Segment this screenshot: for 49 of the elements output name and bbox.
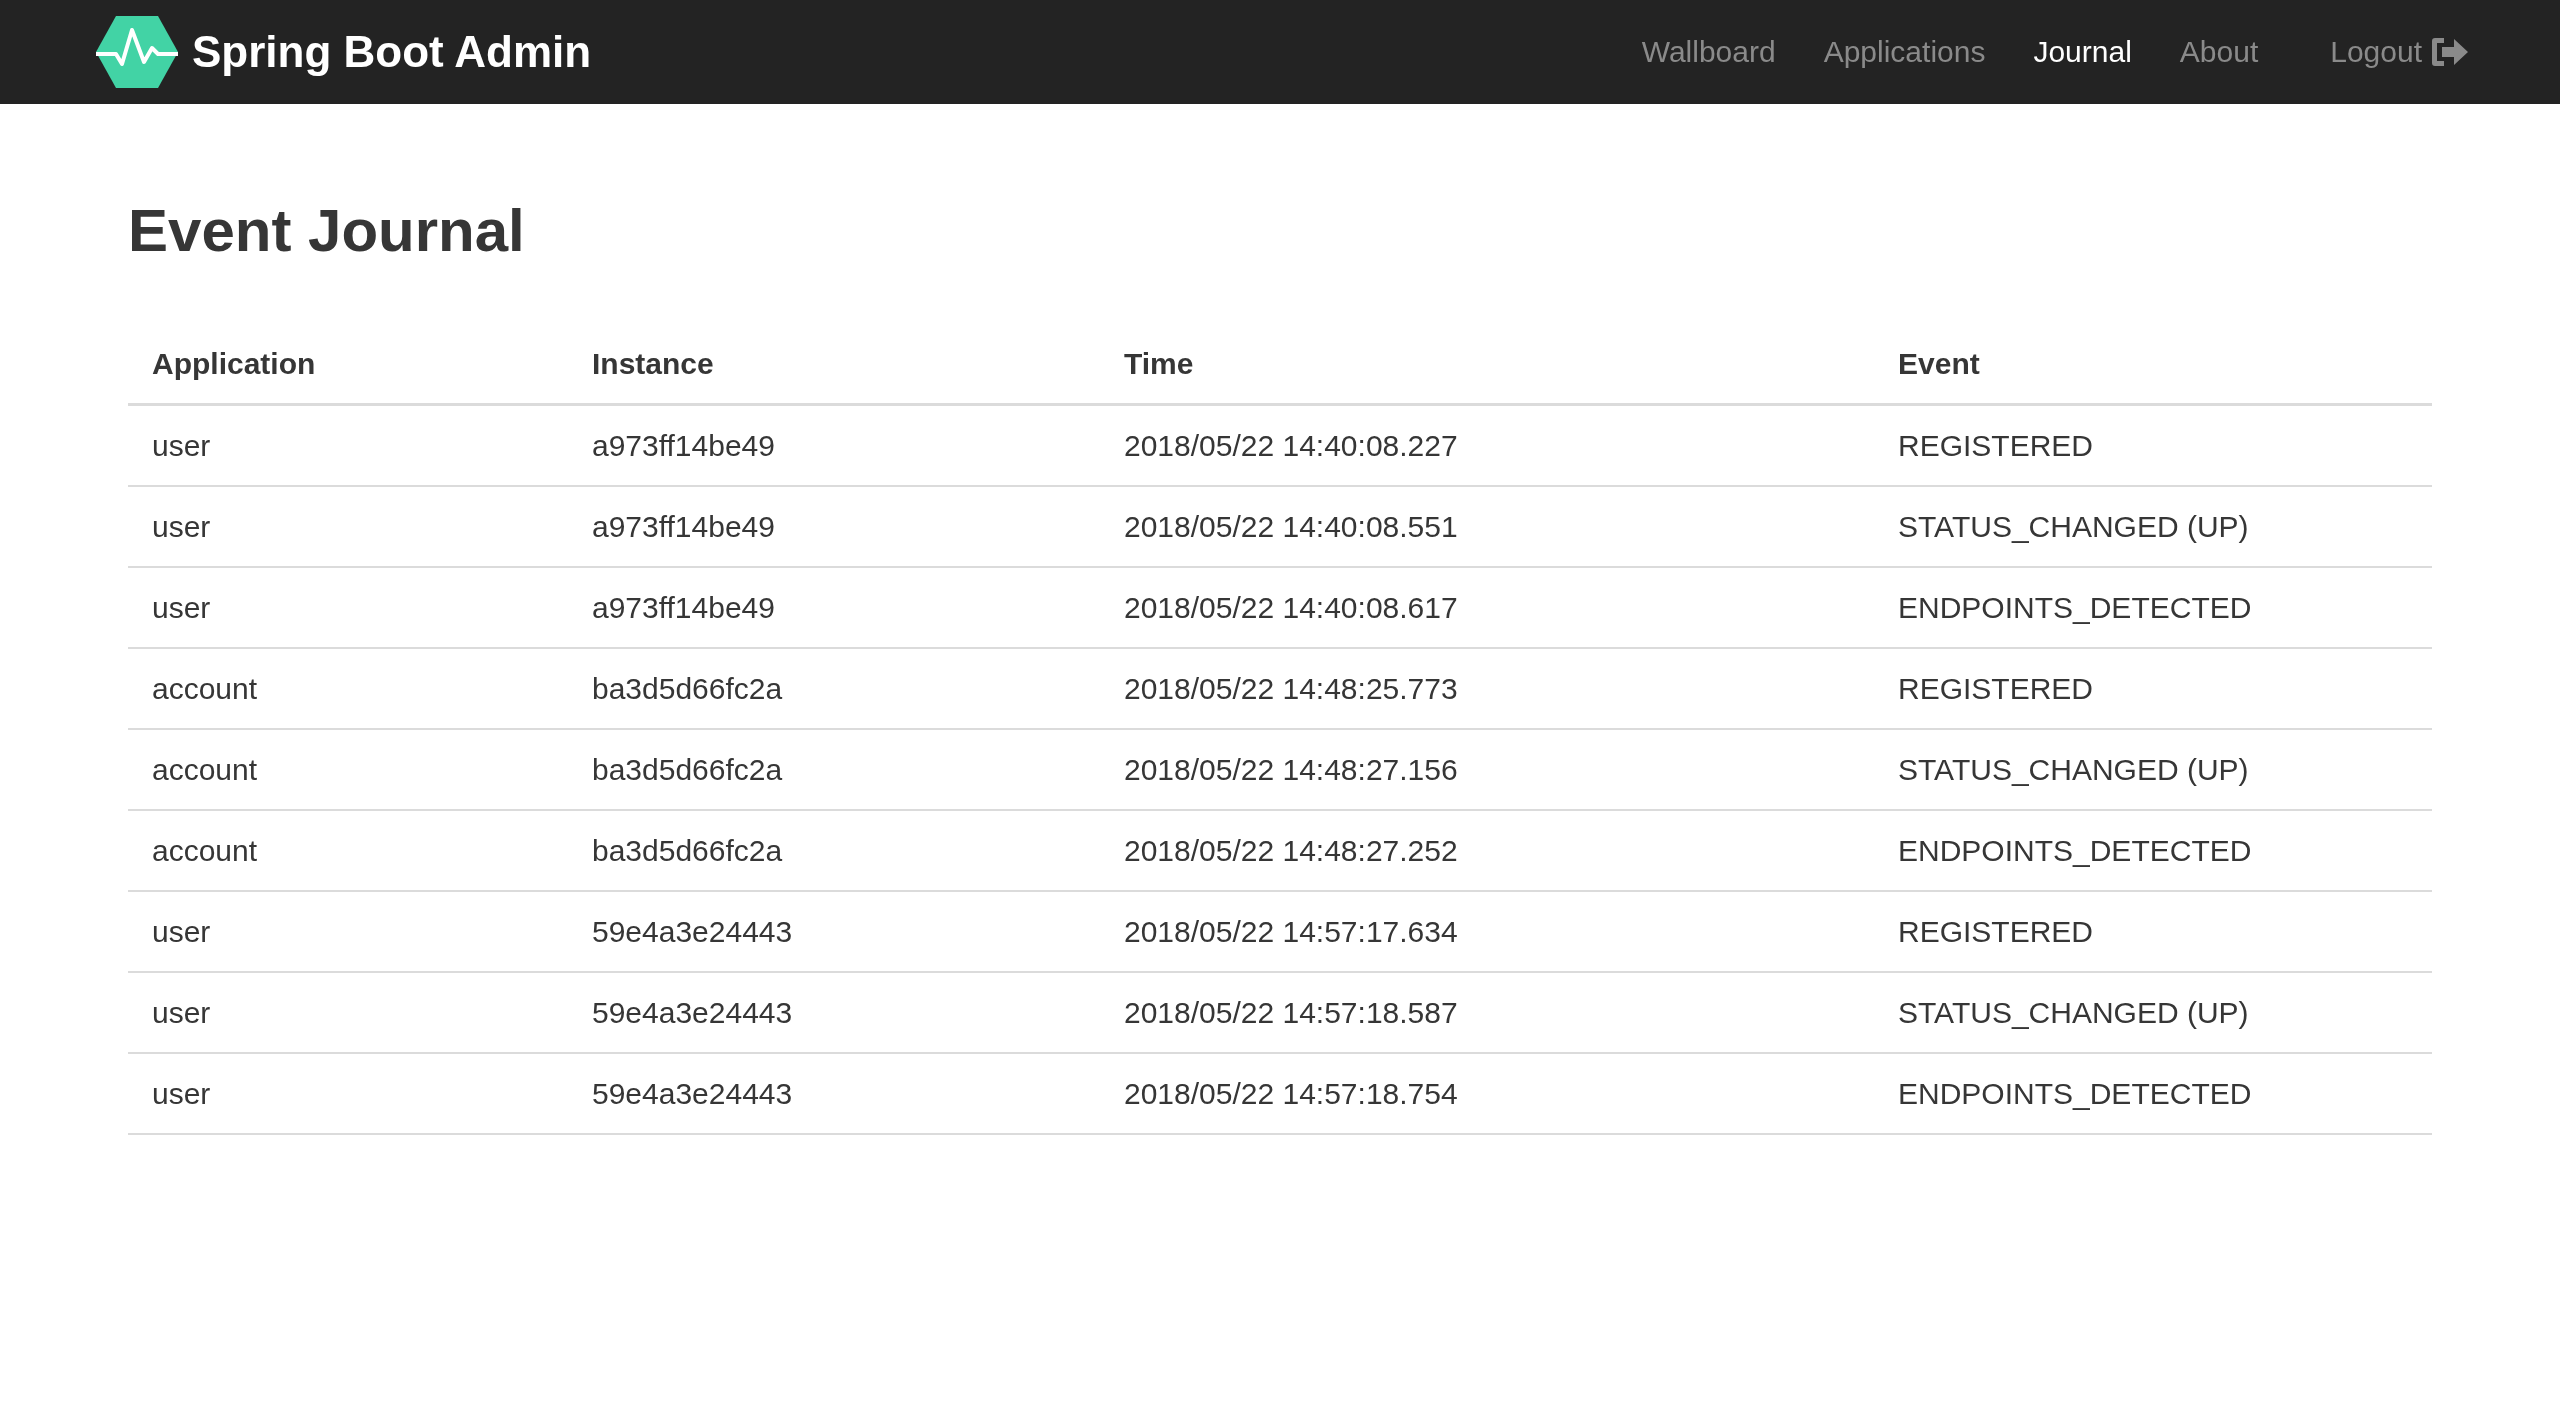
sign-out-icon bbox=[2430, 35, 2470, 69]
table-cell: ba3d5d66fc2a bbox=[568, 729, 1100, 810]
table-cell: ba3d5d66fc2a bbox=[568, 810, 1100, 891]
table-cell: user bbox=[128, 404, 568, 486]
table-cell: 59e4a3e24443 bbox=[568, 972, 1100, 1053]
table-cell: account bbox=[128, 729, 568, 810]
table-cell: user bbox=[128, 486, 568, 567]
table-cell: REGISTERED bbox=[1874, 648, 2432, 729]
table-cell: ba3d5d66fc2a bbox=[568, 648, 1100, 729]
logout-link[interactable]: Logout bbox=[2330, 35, 2470, 69]
table-cell: user bbox=[128, 891, 568, 972]
page-title: Event Journal bbox=[128, 196, 526, 265]
column-header: Instance bbox=[568, 325, 1100, 405]
table-cell: 2018/05/22 14:40:08.227 bbox=[1100, 404, 1874, 486]
table-cell: 2018/05/22 14:48:25.773 bbox=[1100, 648, 1874, 729]
table-cell: 2018/05/22 14:40:08.551 bbox=[1100, 486, 1874, 567]
table-cell: ENDPOINTS_DETECTED bbox=[1874, 567, 2432, 648]
nav-link[interactable]: Wallboard bbox=[1641, 35, 1776, 69]
table-cell: REGISTERED bbox=[1874, 404, 2432, 486]
table-cell: ENDPOINTS_DETECTED bbox=[1874, 1053, 2432, 1134]
column-header: Application bbox=[128, 325, 568, 405]
table-cell: 2018/05/22 14:48:27.156 bbox=[1100, 729, 1874, 810]
table-cell: 59e4a3e24443 bbox=[568, 1053, 1100, 1134]
column-header: Event bbox=[1874, 325, 2432, 405]
table-cell: account bbox=[128, 810, 568, 891]
table-cell: STATUS_CHANGED (UP) bbox=[1874, 972, 2432, 1053]
table-cell: 2018/05/22 14:57:17.634 bbox=[1100, 891, 1874, 972]
table-cell: user bbox=[128, 1053, 568, 1134]
table-cell: a973ff14be49 bbox=[568, 567, 1100, 648]
table-cell: 2018/05/22 14:40:08.617 bbox=[1100, 567, 1874, 648]
table-cell: user bbox=[128, 567, 568, 648]
nav-link[interactable]: About bbox=[2179, 35, 2259, 69]
table-cell: 2018/05/22 14:57:18.754 bbox=[1100, 1053, 1874, 1134]
table-cell: user bbox=[128, 972, 568, 1053]
nav-link[interactable]: Journal bbox=[2033, 35, 2132, 69]
table-cell: STATUS_CHANGED (UP) bbox=[1874, 486, 2432, 567]
table-cell: ENDPOINTS_DETECTED bbox=[1874, 810, 2432, 891]
table-cell: 59e4a3e24443 bbox=[568, 891, 1100, 972]
table-cell: a973ff14be49 bbox=[568, 404, 1100, 486]
column-header: Time bbox=[1100, 325, 1874, 405]
table-cell: STATUS_CHANGED (UP) bbox=[1874, 729, 2432, 810]
table-cell: 2018/05/22 14:57:18.587 bbox=[1100, 972, 1874, 1053]
logo-icon bbox=[96, 16, 178, 88]
brand-title: Spring Boot Admin bbox=[192, 27, 592, 77]
nav-link[interactable]: Applications bbox=[1823, 35, 1986, 69]
table-cell: REGISTERED bbox=[1874, 891, 2432, 972]
table-cell: 2018/05/22 14:48:27.252 bbox=[1100, 810, 1874, 891]
table-cell: a973ff14be49 bbox=[568, 486, 1100, 567]
table-cell: account bbox=[128, 648, 568, 729]
